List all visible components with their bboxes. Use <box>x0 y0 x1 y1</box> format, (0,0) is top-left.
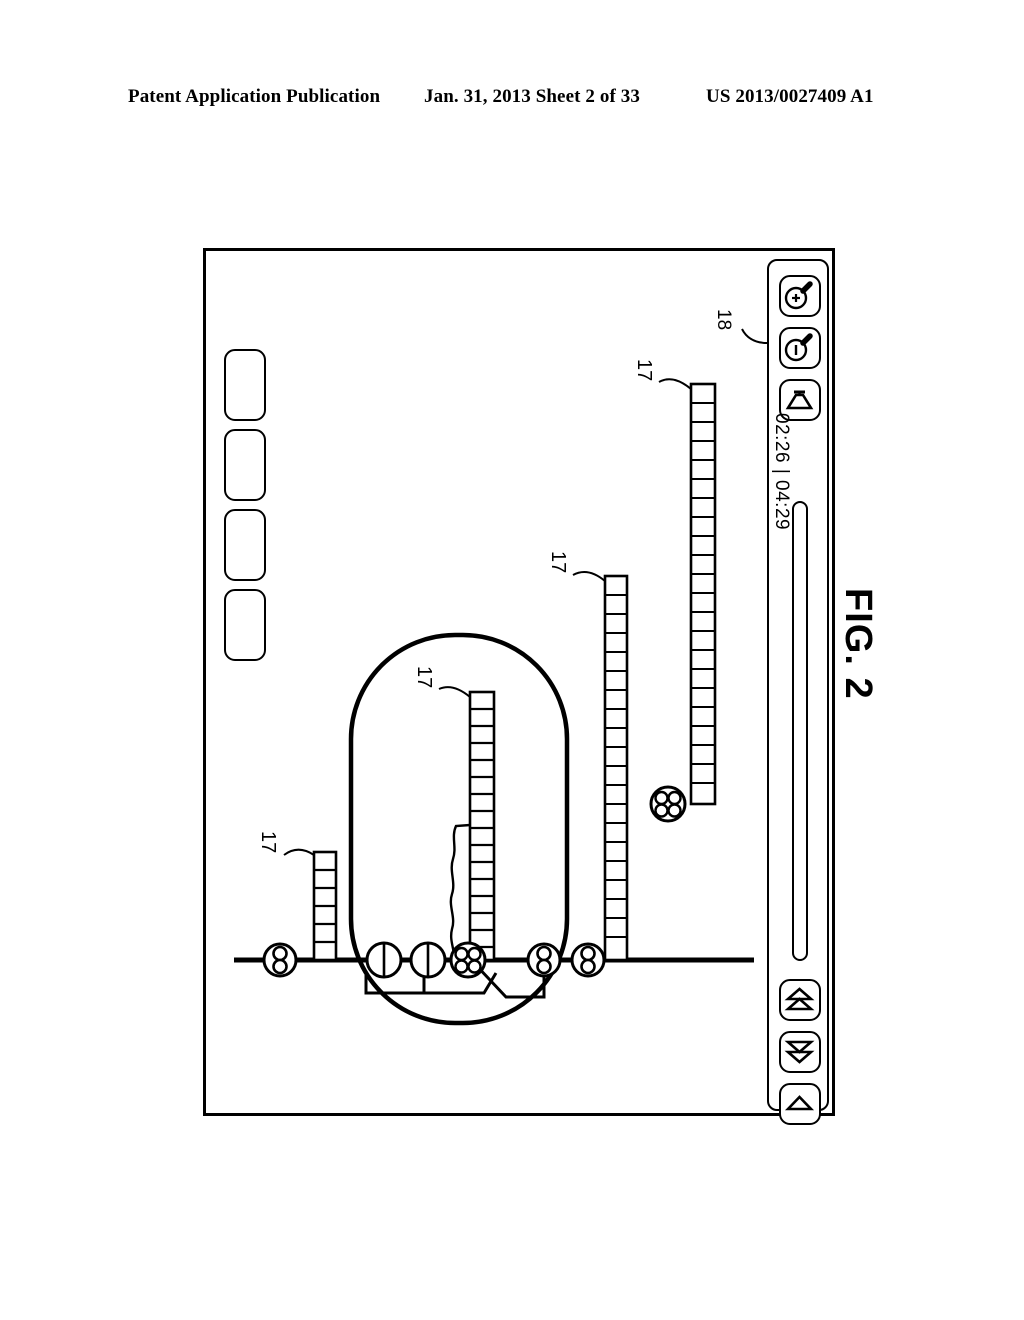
publication-number: US 2013/0027409 A1 <box>706 86 874 107</box>
figure-caption: FIG. 2 <box>837 588 879 700</box>
figure-frame: 17 17 17 17 18 02:26 | 04:29 <box>203 248 835 1125</box>
ladder-left <box>283 848 338 962</box>
publication-date-sheet: Jan. 31, 2013 Sheet 2 of 33 <box>424 86 640 107</box>
menu-button-2[interactable] <box>224 429 266 501</box>
callout-17-left: 17 <box>257 831 279 854</box>
publication-header: Patent Application Publication Jan. 31, … <box>0 86 1024 112</box>
callout-leader-18 <box>741 328 768 344</box>
ladder-center <box>438 686 496 962</box>
zoom-out-button[interactable] <box>779 327 821 369</box>
control-panel: 02:26 | 04:29 <box>767 259 829 1125</box>
callout-17-far-right: 17 <box>633 359 655 382</box>
triangle-play-icon <box>781 1085 819 1122</box>
ball-7 <box>649 785 687 823</box>
magnifier-minus-icon <box>781 329 819 366</box>
ball-6 <box>570 942 606 978</box>
callout-18-control-panel: 18 <box>713 309 734 331</box>
menu-button-3[interactable] <box>224 509 266 581</box>
play-button[interactable] <box>779 1083 821 1125</box>
ball-1 <box>262 942 298 978</box>
callout-17-mid-right: 17 <box>547 551 569 574</box>
publication-title: Patent Application Publication <box>128 86 381 107</box>
ladder-far-right <box>658 378 717 806</box>
timecode-display: 02:26 | 04:29 <box>771 413 792 531</box>
rewind-button[interactable] <box>779 1031 821 1073</box>
ball-5 <box>526 942 562 978</box>
ball-4 <box>449 941 487 979</box>
ball-2 <box>365 941 403 979</box>
progress-slider[interactable] <box>792 501 808 961</box>
callout-17-center: 17 <box>413 666 435 689</box>
double-chevron-down-icon <box>781 1033 819 1070</box>
menu-button-4[interactable] <box>224 589 266 661</box>
fast-forward-button[interactable] <box>779 979 821 1021</box>
menu-button-1[interactable] <box>224 349 266 421</box>
figure-drawing <box>234 328 768 1026</box>
ladder-mid-right <box>572 571 629 962</box>
ball-3 <box>409 941 447 979</box>
double-chevron-up-icon <box>781 981 819 1018</box>
magnifier-plus-icon <box>781 277 819 314</box>
zoom-in-button[interactable] <box>779 275 821 317</box>
